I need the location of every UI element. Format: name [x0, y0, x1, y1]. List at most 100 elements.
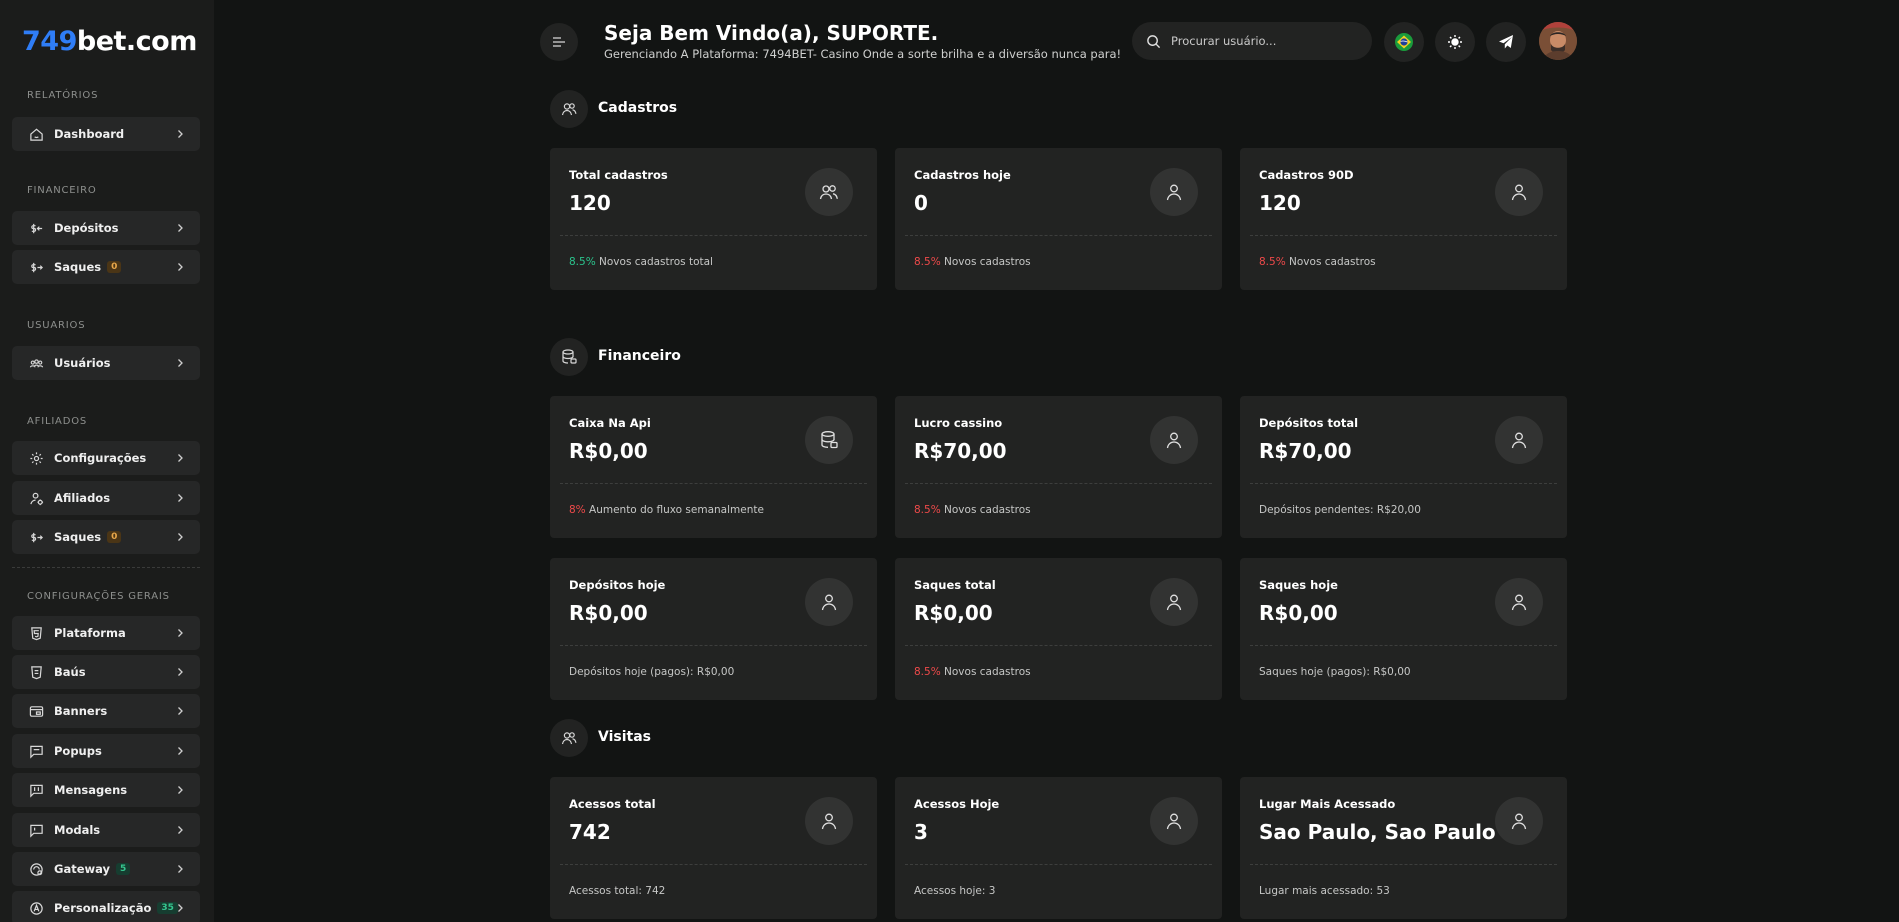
modal-icon — [26, 823, 46, 838]
theme-toggle-button[interactable] — [1435, 22, 1475, 62]
card-icon — [1150, 168, 1198, 216]
sidebar-item-afiliados-saques[interactable]: Saques 0 — [12, 520, 200, 554]
sidebar-item-popups[interactable]: Popups — [12, 734, 200, 768]
avatar[interactable] — [1539, 22, 1577, 60]
page-subtitle: Gerenciando A Plataforma: 7494BET- Casin… — [604, 47, 1122, 61]
section-label-relatorios: RELATÓRIOS — [27, 90, 99, 101]
sidebar-item-depositos[interactable]: Depósitos — [12, 211, 200, 245]
search-icon — [1147, 34, 1161, 48]
card-divider — [560, 235, 867, 236]
users-icon — [561, 732, 577, 745]
count-badge: 0 — [107, 261, 122, 273]
card-footer: Acessos total: 742 — [569, 885, 666, 897]
section-icon-visitas — [550, 719, 588, 757]
search-box[interactable] — [1132, 22, 1372, 60]
sidebar-item-modals[interactable]: Modals — [12, 813, 200, 847]
sidebar-item-mensagens[interactable]: Mensagens — [12, 773, 200, 807]
sidebar-item-afiliados[interactable]: Afiliados — [12, 481, 200, 515]
card-caixa-api: Caixa Na Api R$0,00 8% Aumento do fluxo … — [550, 396, 877, 538]
chevron-right-icon — [178, 454, 183, 462]
menu-toggle-button[interactable] — [540, 23, 578, 61]
card-depositos-hoje: Depósitos hoje R$0,00 Depósitos hoje (pa… — [550, 558, 877, 700]
sidebar-item-label: Popups — [54, 744, 102, 758]
card-value: R$0,00 — [569, 601, 648, 625]
card-divider — [560, 483, 867, 484]
sidebar-item-configuracoes[interactable]: Configurações — [12, 441, 200, 475]
sidebar-item-dashboard[interactable]: Dashboard — [12, 117, 200, 151]
card-label: Saques total — [914, 578, 996, 592]
send-icon — [1499, 35, 1513, 49]
sidebar-item-label: Depósitos — [54, 221, 119, 235]
card-value: R$0,00 — [569, 439, 648, 463]
sidebar-item-gateway[interactable]: Gateway 5 — [12, 852, 200, 886]
menu-icon — [553, 37, 565, 47]
section-title-visitas: Visitas — [598, 729, 651, 745]
card-label: Caixa Na Api — [569, 416, 651, 430]
sidebar-item-saques[interactable]: Saques 0 — [12, 250, 200, 284]
page-title: Seja Bem Vindo(a), SUPORTE. — [604, 21, 939, 45]
chevron-right-icon — [178, 668, 183, 676]
card-cadastros-hoje: Cadastros hoje 0 8.5% Novos cadastros — [895, 148, 1222, 290]
card-label: Lugar Mais Acessado — [1259, 797, 1396, 811]
user-icon — [1511, 594, 1527, 611]
message-square-icon — [26, 744, 46, 759]
sidebar-item-label: Personalização — [54, 901, 152, 915]
customize-icon — [26, 901, 46, 916]
card-icon — [1150, 578, 1198, 626]
users-icon — [561, 103, 577, 116]
count-badge: 0 — [107, 531, 122, 543]
chevron-right-icon — [178, 904, 183, 912]
chest-icon — [26, 665, 46, 680]
card-icon — [805, 168, 853, 216]
logo[interactable]: 749bet.com — [22, 26, 197, 57]
card-divider — [1250, 235, 1557, 236]
card-footer: Acessos hoje: 3 — [914, 885, 996, 897]
affiliate-icon — [26, 491, 46, 506]
card-cadastros-90d: Cadastros 90D 120 8.5% Novos cadastros — [1240, 148, 1567, 290]
card-acessos-hoje: Acessos Hoje 3 Acessos hoje: 3 — [895, 777, 1222, 919]
card-divider — [1250, 645, 1557, 646]
search-input[interactable] — [1171, 34, 1361, 48]
html-icon — [26, 626, 46, 641]
sidebar-item-plataforma[interactable]: Plataforma — [12, 616, 200, 650]
chevron-right-icon — [178, 629, 183, 637]
card-footer-percent: 8.5% — [914, 666, 941, 678]
user-icon — [1166, 813, 1182, 830]
card-divider — [560, 645, 867, 646]
card-lucro-cassino: Lucro cassino R$70,00 8.5% Novos cadastr… — [895, 396, 1222, 538]
card-footer-text: Novos cadastros — [940, 504, 1031, 516]
card-value: 3 — [914, 820, 928, 844]
card-footer: Lugar mais acessado: 53 — [1259, 885, 1390, 897]
card-icon — [1495, 797, 1543, 845]
card-acessos-total: Acessos total 742 Acessos total: 742 — [550, 777, 877, 919]
chevron-right-icon — [178, 786, 183, 794]
chevron-right-icon — [178, 865, 183, 873]
sidebar-item-baus[interactable]: Baús — [12, 655, 200, 689]
card-value: R$70,00 — [1259, 439, 1352, 463]
sidebar-item-label: Gateway — [54, 862, 111, 876]
chevron-right-icon — [178, 359, 183, 367]
card-icon — [1150, 797, 1198, 845]
card-footer: 8.5% Novos cadastros — [914, 504, 1031, 516]
language-button[interactable] — [1384, 22, 1424, 62]
sidebar-item-banners[interactable]: Banners — [12, 694, 200, 728]
card-value: R$70,00 — [914, 439, 1007, 463]
section-icon-financeiro — [550, 338, 588, 376]
card-value: 742 — [569, 820, 611, 844]
card-saques-hoje: Saques hoje R$0,00 Saques hoje (pagos): … — [1240, 558, 1567, 700]
chevron-right-icon — [178, 130, 183, 138]
card-footer: 8.5% Novos cadastros total — [569, 256, 713, 268]
chevron-right-icon — [178, 263, 183, 271]
sidebar-item-personalizacao[interactable]: Personalização 35 — [12, 891, 200, 922]
telegram-button[interactable] — [1486, 22, 1526, 62]
card-footer-text: Novos cadastros — [940, 666, 1031, 678]
card-label: Cadastros hoje — [914, 168, 1011, 182]
sidebar-item-usuarios[interactable]: Usuários — [12, 346, 200, 380]
card-label: Total cadastros — [569, 168, 668, 182]
user-icon — [1511, 813, 1527, 830]
user-icon — [1511, 184, 1527, 201]
card-footer-percent: 8% — [569, 504, 586, 516]
card-divider — [905, 483, 1212, 484]
gear-icon — [26, 451, 46, 466]
sidebar-item-label: Configurações — [54, 451, 147, 465]
